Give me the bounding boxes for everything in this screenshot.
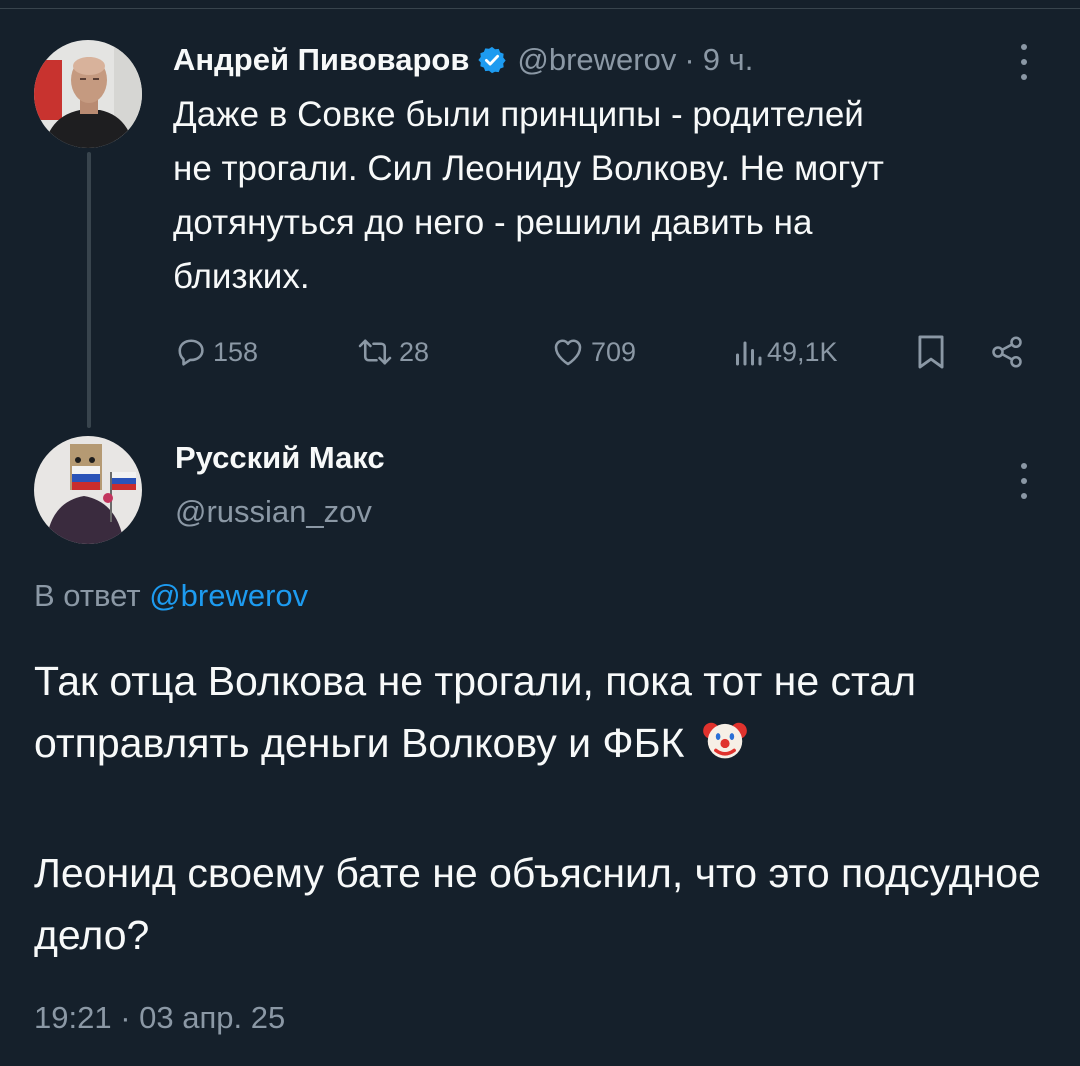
views-button[interactable]: 49,1K — [733, 330, 838, 374]
reply-author-handle[interactable]: @russian_zov — [175, 494, 372, 530]
reply-tweet-text: Так отца Волкова не трогали, пока тот не… — [34, 650, 1044, 966]
views-chart-icon — [736, 341, 762, 366]
thread-connector-line — [87, 152, 91, 428]
bookmark-button[interactable] — [915, 330, 951, 374]
heart-icon — [554, 339, 582, 366]
reply-paragraph-1: Так отца Волкова не трогали, пока тот не… — [34, 650, 1044, 780]
reply-paragraph-2: Леонид своему бате не объяснил, что это … — [34, 850, 1041, 958]
share-icon — [992, 336, 1022, 368]
avatar[interactable] — [34, 40, 142, 148]
parent-tweet-text: Даже в Совке были принципы - родителей н… — [173, 95, 884, 296]
reply-count: 158 — [213, 336, 259, 367]
author-handle[interactable]: @brewerov — [517, 42, 676, 78]
like-button[interactable]: 709 — [549, 330, 636, 374]
clown-face-icon — [702, 717, 748, 780]
reply-icon — [178, 339, 204, 366]
like-count: 709 — [591, 336, 637, 367]
tweet-actions-bar: 158 28 709 49,1K — [173, 330, 1033, 374]
retweet-button[interactable]: 28 — [355, 330, 429, 374]
share-button[interactable] — [989, 330, 1029, 374]
more-options-icon[interactable] — [1014, 44, 1034, 80]
author-name[interactable]: Андрей Пивоваров — [173, 42, 469, 78]
reply-author-name[interactable]: Русский Макс — [175, 440, 385, 476]
tweet-time[interactable]: 9 ч. — [703, 42, 754, 78]
more-options-icon[interactable] — [1014, 463, 1034, 499]
top-divider — [0, 8, 1080, 9]
reply-button[interactable]: 158 — [173, 330, 258, 374]
reply-paragraph-1-text: Так отца Волкова не трогали, пока тот не… — [34, 658, 917, 766]
views-count: 49,1K — [767, 336, 838, 367]
separator-dot: · — [684, 42, 695, 77]
parent-tweet-header: Андрей Пивоваров @brewerov · 9 ч. — [173, 38, 753, 82]
retweet-icon — [358, 339, 392, 365]
avatar[interactable] — [34, 436, 142, 544]
tweet-timestamp[interactable]: 19:21 · 03 апр. 25 — [34, 1000, 285, 1036]
reply-mention-link[interactable]: @brewerov — [149, 578, 308, 613]
bookmark-icon — [918, 335, 944, 369]
reply-prefix: В ответ — [34, 578, 141, 613]
verified-badge-icon — [477, 45, 507, 75]
retweet-count: 28 — [399, 336, 430, 367]
reply-context: В ответ @brewerov — [34, 578, 308, 614]
